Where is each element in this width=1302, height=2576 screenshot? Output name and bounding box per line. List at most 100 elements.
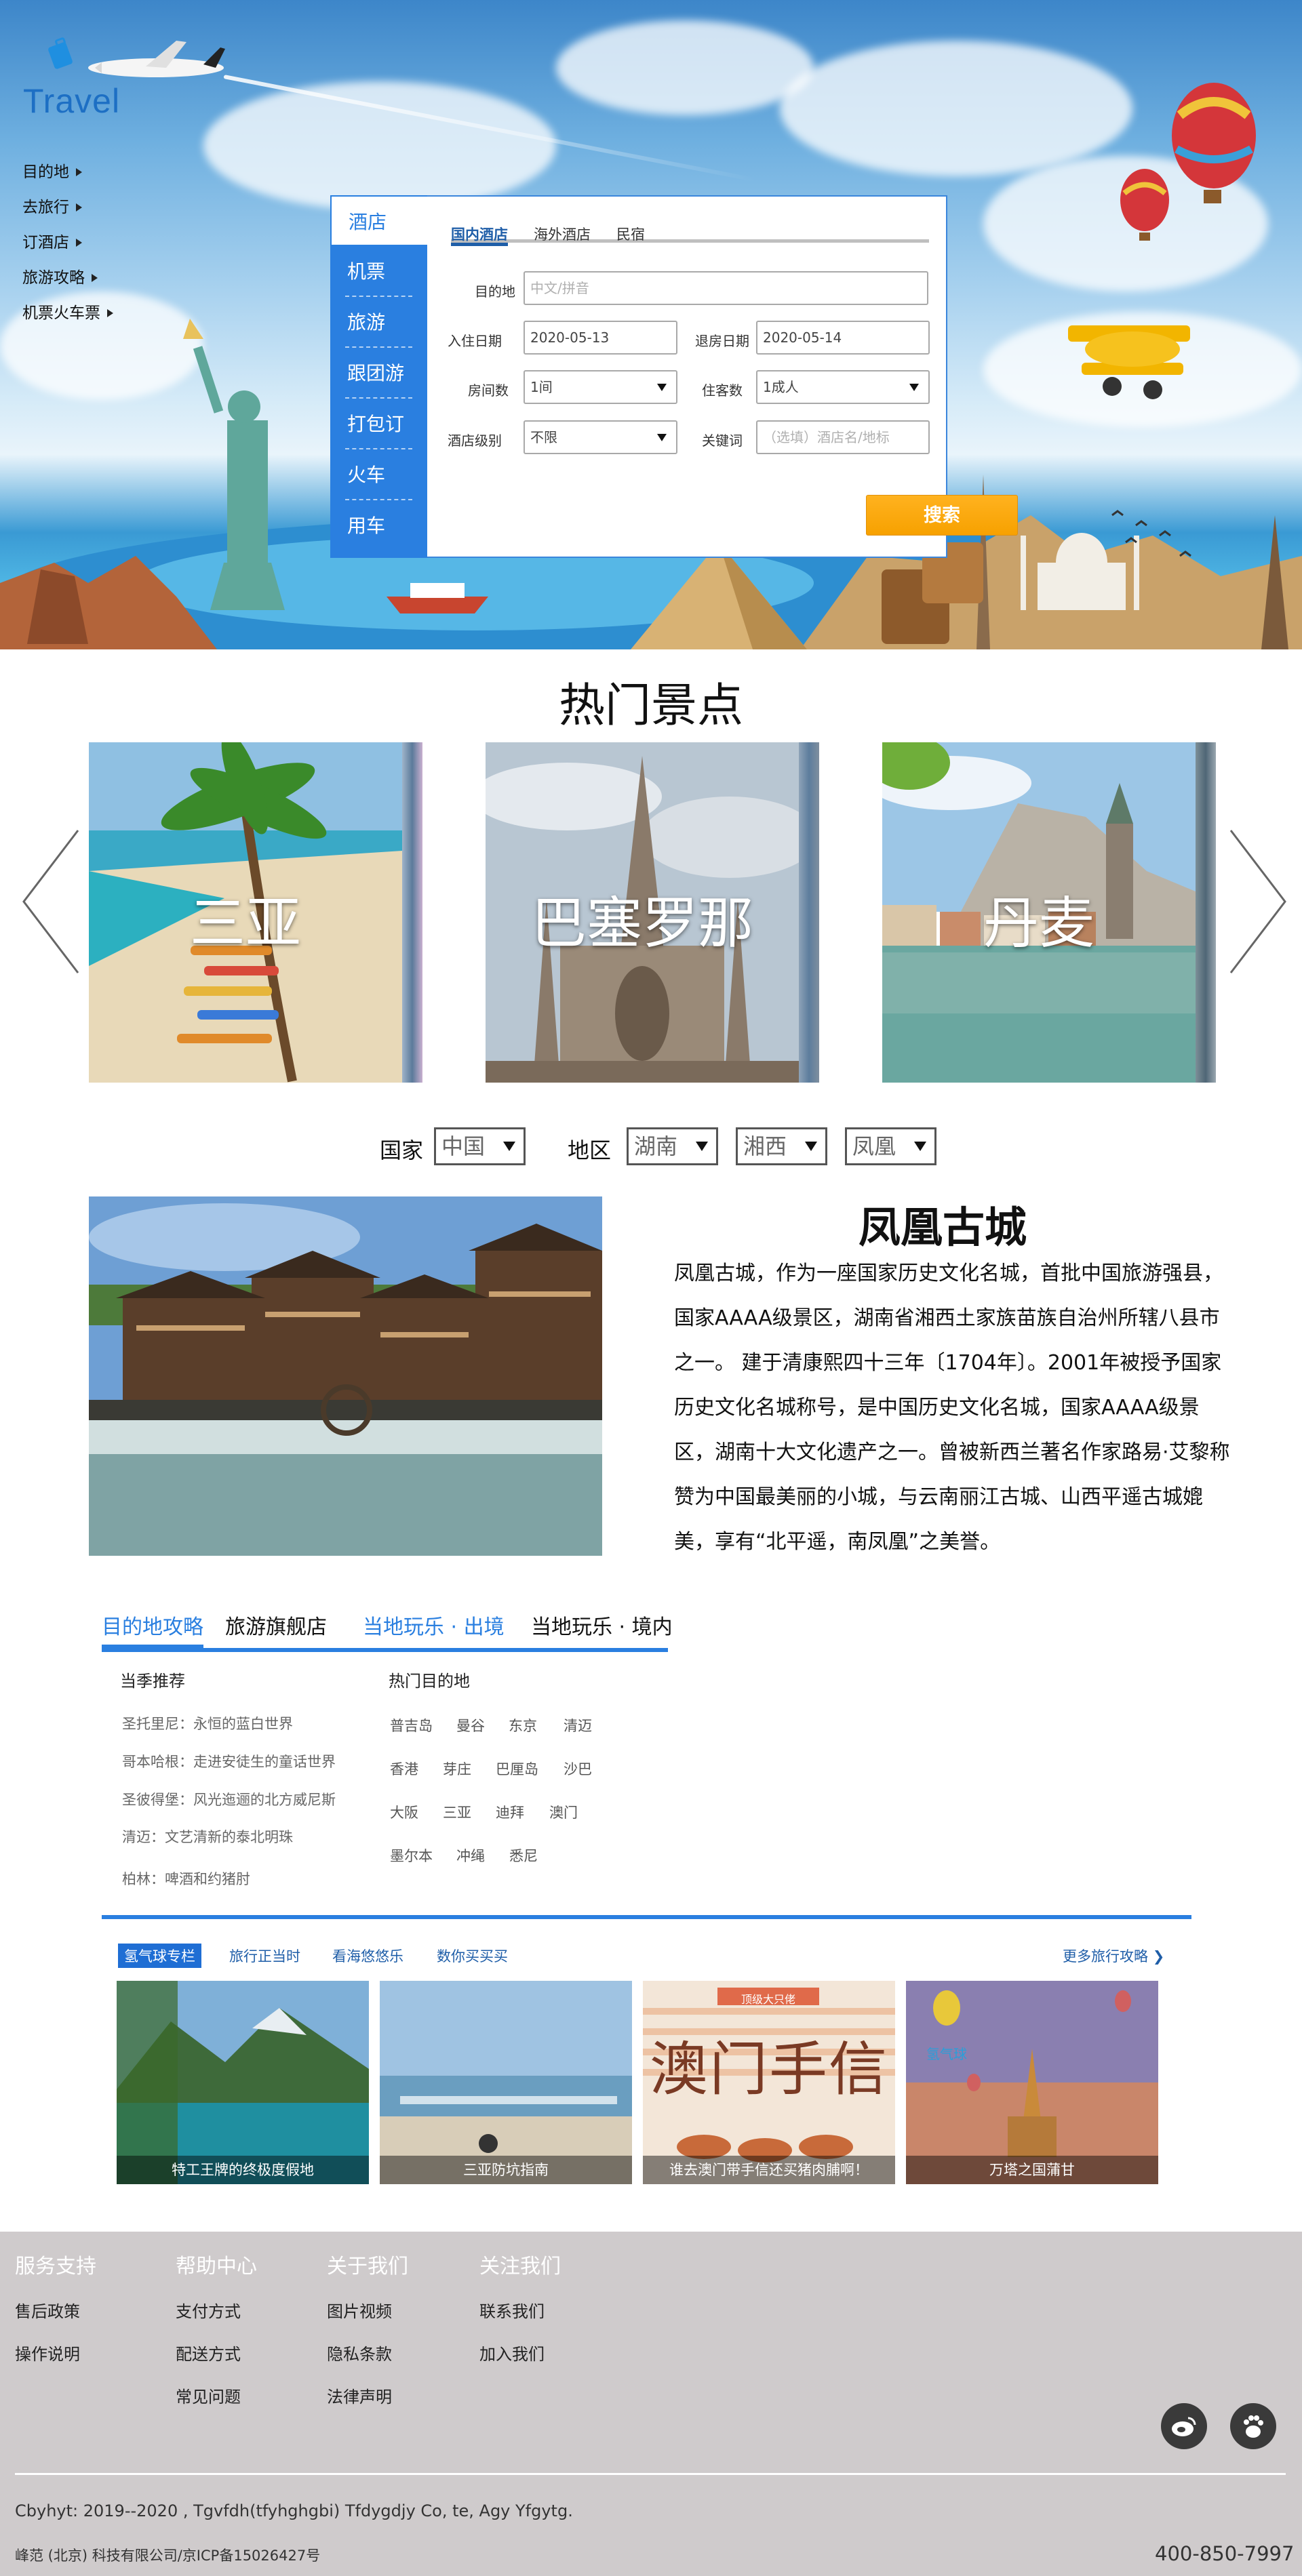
triangle-right-icon: [107, 309, 113, 317]
tab-outbound-play[interactable]: 当地玩乐 · 出境: [363, 1610, 505, 1648]
tab-travel-now[interactable]: 旅行正当时: [229, 1946, 300, 1966]
footer-link[interactable]: 图片视频: [327, 2298, 392, 2322]
chevron-down-icon: [805, 1142, 817, 1151]
footer-heading: 关于我们: [327, 2255, 408, 2278]
footer-link[interactable]: 支付方式: [176, 2298, 241, 2322]
nav-hotel[interactable]: 订酒店: [22, 225, 113, 260]
more-guides-link[interactable]: 更多旅行攻略 ❯: [1063, 1946, 1164, 1966]
county-select[interactable]: 凤凰: [845, 1127, 936, 1165]
destination-link[interactable]: 冲绳: [456, 1845, 485, 1866]
nav-tickets[interactable]: 机票火车票: [22, 296, 113, 331]
chevron-down-icon: [909, 384, 919, 391]
tab-flagship-store[interactable]: 旅游旗舰店: [225, 1610, 327, 1648]
hotel-level-label: 酒店级别: [448, 432, 502, 449]
footer-link[interactable]: 常见问题: [176, 2383, 241, 2407]
destination-link[interactable]: 墨尔本: [390, 1845, 433, 1866]
spot-card-barcelona[interactable]: 巴塞罗那: [486, 742, 819, 1083]
season-item[interactable]: 圣托里尼：永恒的蓝白世界: [122, 1713, 293, 1733]
guide-card-banner: 澳门手信: [650, 2036, 888, 2104]
tab-overseas-hotel[interactable]: 海外酒店: [534, 224, 591, 243]
guide-card[interactable]: 特工王牌的终极度假地: [117, 1981, 369, 2184]
destination-input[interactable]: 中文/拼音: [524, 271, 928, 305]
logo[interactable]: Travel: [20, 34, 237, 122]
footer-heading: 关注我们: [479, 2255, 561, 2278]
footer-heading: 帮助中心: [176, 2255, 257, 2278]
destination-link[interactable]: 三亚: [443, 1802, 471, 1822]
footer-link[interactable]: 操作说明: [15, 2341, 80, 2364]
hotline-number: 400-850-7997: [1155, 2542, 1295, 2565]
destination-link[interactable]: 芽庄: [443, 1758, 471, 1779]
destination-link[interactable]: 迪拜: [496, 1802, 524, 1822]
guide-card[interactable]: 三亚防坑指南: [380, 1981, 632, 2184]
category-train[interactable]: 火车: [330, 449, 427, 500]
tab-balloon-column[interactable]: 氢气球专栏: [118, 1944, 201, 1968]
destination-link[interactable]: 普吉岛: [390, 1715, 433, 1735]
spot-photo-edge: [402, 742, 422, 1083]
chevron-down-icon: [914, 1142, 926, 1151]
nav-travel[interactable]: 去旅行: [22, 190, 113, 225]
category-travel[interactable]: 旅游: [330, 297, 427, 348]
keyword-input[interactable]: （选填）酒店名/地标: [756, 420, 930, 454]
country-select[interactable]: 中国: [434, 1127, 526, 1165]
guests-select[interactable]: 1成人: [756, 370, 930, 404]
spot-label: 三亚: [189, 891, 301, 956]
tab-homestay[interactable]: 民宿: [616, 224, 645, 243]
destination-link[interactable]: 大阪: [390, 1802, 418, 1822]
carousel-next-arrow[interactable]: [1227, 827, 1288, 976]
spot-card-denmark[interactable]: 丹麦: [882, 742, 1216, 1083]
destination-link[interactable]: 巴厘岛: [496, 1758, 538, 1779]
guide-tabs: 目的地攻略 旅游旗舰店 当地玩乐 · 出境 当地玩乐 · 境内: [102, 1610, 673, 1652]
footer-link[interactable]: 法律声明: [327, 2383, 392, 2407]
weibo-icon[interactable]: [1161, 2403, 1207, 2449]
checkin-date-input[interactable]: 2020-05-13: [524, 321, 677, 355]
prefecture-select[interactable]: 湘西: [736, 1127, 827, 1165]
rooms-select[interactable]: 1间: [524, 370, 677, 404]
destination-link[interactable]: 东京: [509, 1715, 537, 1735]
spot-label: 巴塞罗那: [530, 891, 753, 956]
category-car[interactable]: 用车: [330, 500, 427, 551]
tab-sea-leisure[interactable]: 看海悠悠乐: [332, 1946, 403, 1966]
season-item[interactable]: 哥本哈根：走进安徒生的童话世界: [122, 1751, 336, 1771]
baidu-paw-icon[interactable]: [1230, 2403, 1276, 2449]
category-package[interactable]: 打包订: [330, 399, 427, 449]
guide-card[interactable]: 氢气球 万塔之国蒲甘: [906, 1981, 1158, 2184]
season-item[interactable]: 圣彼得堡：风光迤逦的北方威尼斯: [122, 1789, 336, 1809]
tab-shopping[interactable]: 数你买买买: [437, 1946, 508, 1966]
nav-destination[interactable]: 目的地: [22, 155, 113, 190]
search-button[interactable]: 搜索: [866, 495, 1018, 536]
category-group-tour[interactable]: 跟团游: [330, 348, 427, 399]
hotel-level-select[interactable]: 不限: [524, 420, 677, 454]
destination-link[interactable]: 曼谷: [456, 1715, 485, 1735]
chevron-down-icon: [657, 384, 667, 391]
checkout-date-input[interactable]: 2020-05-14: [756, 321, 930, 355]
checkout-label: 退房日期: [695, 333, 749, 349]
province-select[interactable]: 湖南: [627, 1127, 718, 1165]
destination-link[interactable]: 澳门: [549, 1802, 578, 1822]
guide-card[interactable]: 顶级大只佬 澳门手信 谁去澳门带手信还买猪肉脯啊！: [643, 1981, 895, 2184]
spot-card-sanya[interactable]: 三亚: [89, 742, 422, 1083]
category-hotel[interactable]: 酒店: [330, 195, 427, 246]
destination-link[interactable]: 沙巴: [564, 1758, 592, 1779]
hero-banner: Travel 目的地 去旅行 订酒店 旅游攻略 机票火车票 酒店 机票 旅游 跟…: [0, 0, 1302, 649]
carousel-prev-arrow[interactable]: [20, 827, 81, 976]
destination-link[interactable]: 香港: [390, 1758, 418, 1779]
tab-destination-guide[interactable]: 目的地攻略: [102, 1610, 203, 1648]
footer-link[interactable]: 配送方式: [176, 2341, 241, 2364]
footer-link[interactable]: 加入我们: [479, 2341, 545, 2364]
footer-link[interactable]: 售后政策: [15, 2298, 80, 2322]
booking-search-panel: 酒店 机票 旅游 跟团游 打包订 火车 用车 国内酒店 海外酒店 民宿 目的地 …: [330, 195, 1018, 558]
tab-domestic-hotel[interactable]: 国内酒店: [451, 224, 508, 246]
season-item[interactable]: 清迈：文艺清新的泰北明珠: [122, 1826, 293, 1847]
season-item[interactable]: 柏林：啤酒和约猪肘: [122, 1868, 250, 1889]
tab-domestic-play[interactable]: 当地玩乐 · 境内: [531, 1610, 673, 1648]
season-recommend-heading: 当季推荐: [120, 1672, 185, 1691]
footer-divider: [15, 2473, 1286, 2475]
feature-description: 凤凰古城，作为一座国家历史文化名城，首批中国旅游强县，国家AAAA级景区，湖南省…: [674, 1262, 1230, 1554]
destination-link[interactable]: 悉尼: [509, 1845, 538, 1866]
chevron-down-icon: [503, 1142, 515, 1151]
footer-link[interactable]: 联系我们: [479, 2298, 545, 2322]
footer-link[interactable]: 隐私条款: [327, 2341, 392, 2364]
category-flight[interactable]: 机票: [330, 246, 427, 297]
destination-link[interactable]: 清迈: [564, 1715, 592, 1735]
nav-guide[interactable]: 旅游攻略: [22, 260, 113, 296]
